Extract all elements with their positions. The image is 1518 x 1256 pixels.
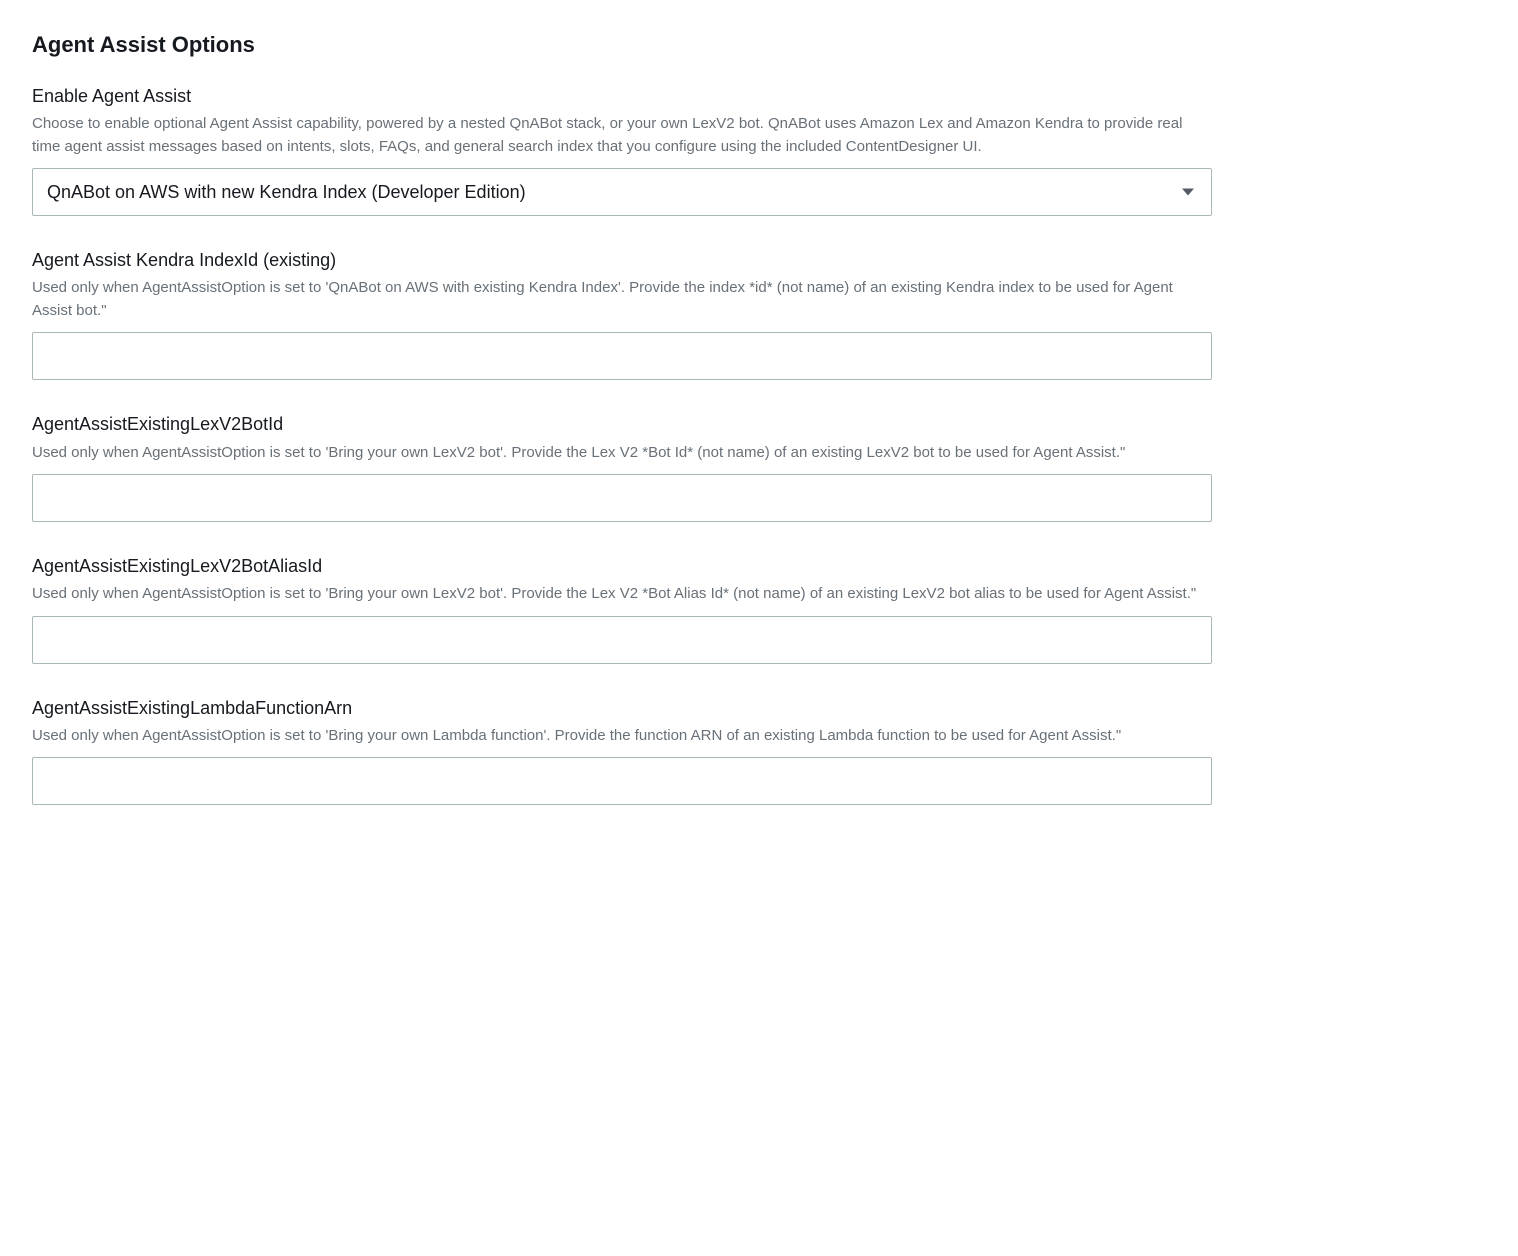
field-lexv2-bot-id: AgentAssistExistingLexV2BotId Used only … <box>32 412 1212 522</box>
kendra-index-id-label: Agent Assist Kendra IndexId (existing) <box>32 248 1212 273</box>
caret-down-icon <box>1181 182 1195 203</box>
enable-agent-assist-label: Enable Agent Assist <box>32 84 1212 109</box>
enable-agent-assist-select-value: QnABot on AWS with new Kendra Index (Dev… <box>47 182 526 203</box>
lexv2-bot-alias-id-label: AgentAssistExistingLexV2BotAliasId <box>32 554 1212 579</box>
kendra-index-id-description: Used only when AgentAssistOption is set … <box>32 277 1212 322</box>
field-enable-agent-assist: Enable Agent Assist Choose to enable opt… <box>32 84 1212 216</box>
field-kendra-index-id: Agent Assist Kendra IndexId (existing) U… <box>32 248 1212 380</box>
kendra-index-id-input[interactable] <box>32 332 1212 380</box>
lexv2-bot-id-label: AgentAssistExistingLexV2BotId <box>32 412 1212 437</box>
field-lambda-function-arn: AgentAssistExistingLambdaFunctionArn Use… <box>32 696 1212 806</box>
enable-agent-assist-description: Choose to enable optional Agent Assist c… <box>32 113 1212 158</box>
lexv2-bot-id-input[interactable] <box>32 474 1212 522</box>
lambda-function-arn-input[interactable] <box>32 757 1212 805</box>
enable-agent-assist-select[interactable]: QnABot on AWS with new Kendra Index (Dev… <box>32 168 1212 216</box>
lambda-function-arn-description: Used only when AgentAssistOption is set … <box>32 725 1212 748</box>
field-lexv2-bot-alias-id: AgentAssistExistingLexV2BotAliasId Used … <box>32 554 1212 664</box>
lexv2-bot-alias-id-description: Used only when AgentAssistOption is set … <box>32 583 1212 606</box>
lexv2-bot-id-description: Used only when AgentAssistOption is set … <box>32 442 1212 465</box>
lambda-function-arn-label: AgentAssistExistingLambdaFunctionArn <box>32 696 1212 721</box>
section-title: Agent Assist Options <box>32 32 1212 58</box>
lexv2-bot-alias-id-input[interactable] <box>32 616 1212 664</box>
